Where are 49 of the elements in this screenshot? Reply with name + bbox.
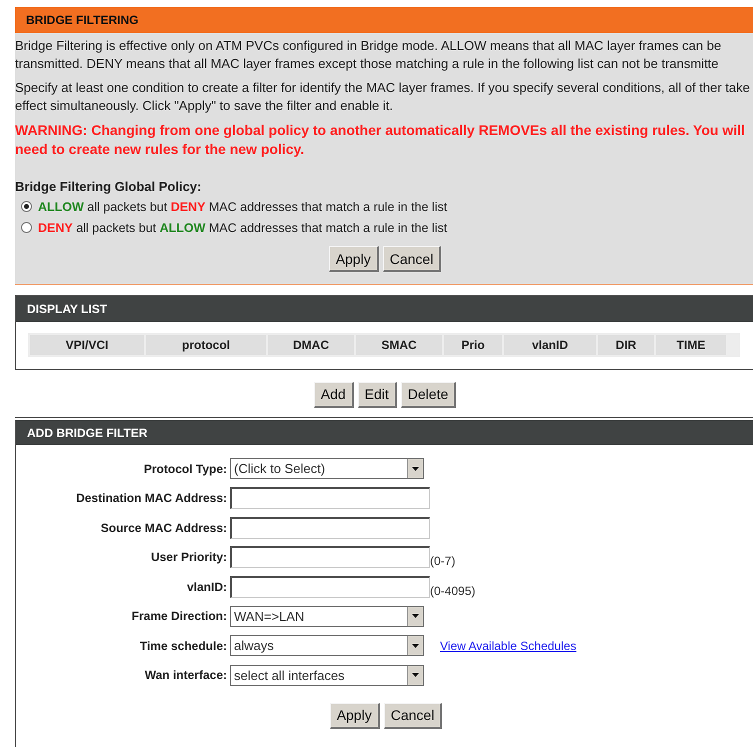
field-label: Source MAC Address: — [100, 520, 227, 537]
radio-button[interactable] — [21, 222, 32, 233]
section-header: DISPLAY LIST — [16, 296, 753, 322]
field-label: vlanID: — [186, 578, 227, 596]
caret-icon — [412, 614, 419, 618]
field-label: Frame Direction: — [132, 608, 227, 626]
input-field[interactable] — [230, 546, 430, 568]
button[interactable]: Cancel — [382, 246, 442, 272]
range-hint: (0-7) — [430, 553, 456, 570]
range-hint: (0-4095) — [430, 582, 476, 600]
radio-label: DENY all packets but ALLOW MAC addresses that match a rule in the list — [38, 220, 448, 236]
button[interactable]: Delete — [400, 382, 456, 408]
button[interactable]: Add — [314, 382, 354, 408]
paragraph: Specify at least one condition to create a filter for identify the MAC layer frames. If you specify several conditions, all of ther take effect simultaneously. Click "Apply" to save the filter and enable it. — [15, 79, 751, 115]
field-label: Time schedule: — [140, 638, 227, 655]
column-header: DMAC — [268, 335, 354, 355]
column-header: vlanID — [504, 335, 596, 355]
field-label: Destination MAC Address: — [76, 490, 227, 508]
column-header: VPI/VCI — [30, 335, 144, 355]
section-header: BRIDGE FILTERING — [15, 7, 753, 33]
link[interactable]: View Available Schedules — [440, 636, 576, 655]
dropdown[interactable]: select all interfaces — [230, 664, 424, 686]
button[interactable]: Apply — [328, 246, 379, 272]
input-field[interactable] — [230, 516, 430, 539]
dropdown[interactable]: WAN=>LAN — [230, 606, 424, 627]
section-header: ADD BRIDGE FILTER — [16, 420, 753, 445]
field-label: Wan interface: — [144, 667, 227, 684]
column-header: Prio — [444, 335, 502, 355]
caret-icon — [412, 466, 419, 471]
button[interactable]: Apply — [330, 703, 380, 729]
column-header: SMAC — [356, 335, 442, 355]
radio-label: ALLOW all packets but DENY MAC addresses that match a rule in the list — [38, 198, 448, 216]
dropdown[interactable]: (Click to Select) — [230, 458, 424, 480]
input-field[interactable] — [230, 487, 430, 510]
warning-text: WARNING: Changing from one global policy to another automatically REMOVEs all the existing rules. You will need to create new rules for the new policy. — [15, 121, 746, 159]
column-header: DIR — [598, 335, 654, 355]
column-header: TIME — [656, 335, 726, 355]
policy-label: Bridge Filtering Global Policy: — [15, 178, 202, 196]
input-field[interactable] — [230, 576, 430, 598]
radio-button[interactable] — [21, 201, 32, 212]
field-label: Protocol Type: — [144, 460, 227, 478]
caret-icon — [412, 673, 419, 678]
button[interactable]: Cancel — [384, 703, 442, 729]
button[interactable]: Edit — [358, 382, 397, 408]
dropdown[interactable]: always — [230, 635, 424, 656]
paragraph: Bridge Filtering is effective only on ATM PVCs configured in Bridge mode. ALLOW means that all MAC layer frames can be transmitted. DENY means that all MAC layer frames except those matching a rule in the following list can not be transmitte — [15, 37, 722, 73]
caret-icon — [412, 644, 419, 648]
field-label: User Priority: — [150, 549, 227, 566]
column-header: protocol — [146, 335, 266, 355]
